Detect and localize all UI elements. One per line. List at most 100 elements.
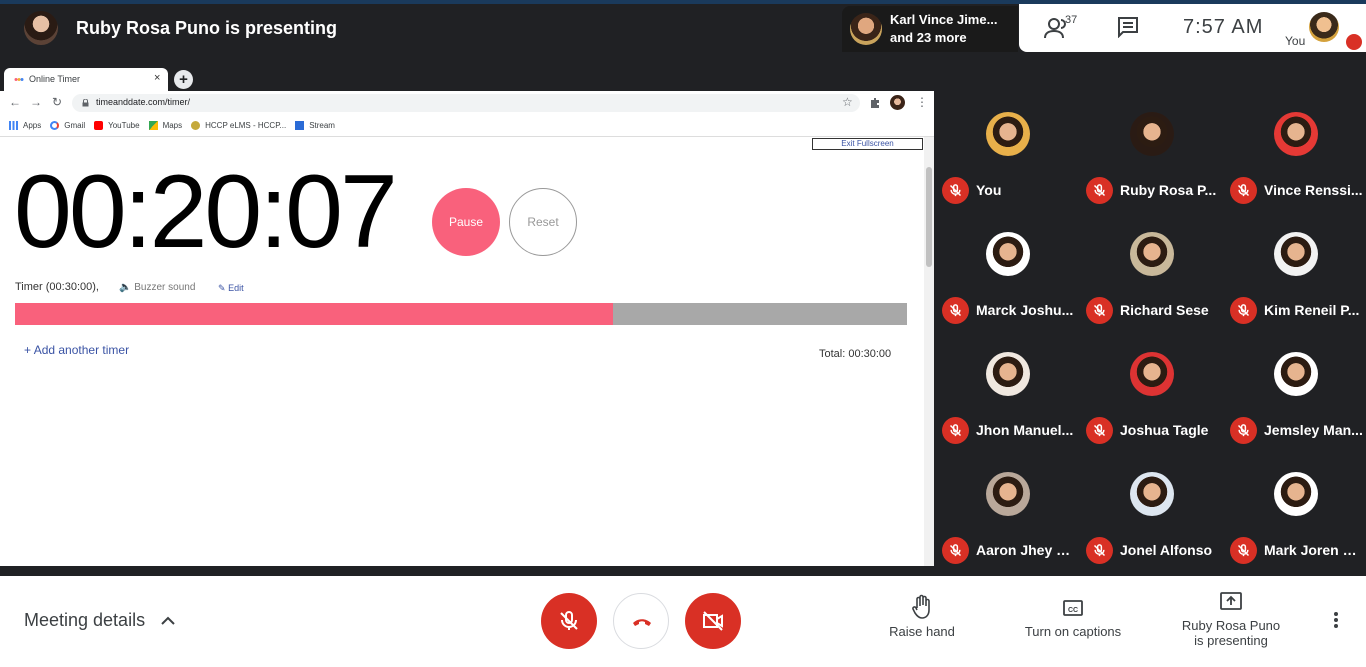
- presenting-status-button[interactable]: Ruby Rosa Puno is presenting: [1176, 590, 1286, 648]
- chevron-up-icon[interactable]: [160, 614, 176, 626]
- self-mic-off-icon: [1346, 34, 1362, 50]
- bookmark-gmail[interactable]: Gmail: [50, 121, 85, 130]
- mic-off-icon: [1086, 537, 1113, 564]
- buzzer-label: Buzzer sound: [134, 282, 196, 293]
- browser-menu-icon[interactable]: ⋮: [916, 95, 928, 109]
- forward-icon[interactable]: →: [30, 95, 42, 109]
- hand-icon: [912, 594, 930, 619]
- mic-off-icon: [1230, 537, 1257, 564]
- participant-name: Ruby Rosa P...: [1120, 182, 1217, 198]
- timer-duration-label: Timer (00:30:00),: [15, 281, 99, 293]
- participant-avatar: [850, 13, 882, 45]
- tab-close-icon[interactable]: ×: [154, 72, 160, 84]
- bookmark-star-icon[interactable]: ☆: [842, 95, 853, 109]
- bookmark-label: HCCP eLMS - HCCP...: [205, 121, 287, 130]
- participant-name: Richard Sese: [1120, 302, 1209, 318]
- meeting-top-bar: 37 7:57 AM You: [1019, 4, 1366, 52]
- participant-name: Jhon Manuel...: [976, 422, 1074, 438]
- participant-avatar: [1130, 112, 1174, 156]
- page-scrollbar[interactable]: [924, 137, 934, 566]
- presenting-line-2: is presenting: [1194, 633, 1268, 648]
- leave-call-button[interactable]: [613, 593, 669, 649]
- bookmark-stream[interactable]: Stream: [295, 121, 335, 130]
- shared-screen: Online Timer × + ← → ↻ timeanddate.com/t…: [0, 62, 934, 566]
- scroll-thumb[interactable]: [926, 167, 932, 267]
- svg-text:CC: CC: [1068, 607, 1078, 614]
- bookmark-label: YouTube: [108, 121, 140, 130]
- chat-icon[interactable]: [1117, 16, 1139, 38]
- participant-tile[interactable]: Joshua Tagle: [1080, 330, 1224, 450]
- participant-tile[interactable]: Jemsley Man...: [1224, 330, 1366, 450]
- participant-tile[interactable]: Kim Reneil P...: [1224, 210, 1366, 330]
- mic-off-icon: [942, 297, 969, 324]
- participant-tile[interactable]: Ruby Rosa P...: [1080, 90, 1224, 210]
- bookmark-label: Apps: [23, 121, 42, 130]
- microphone-toggle-button[interactable]: [541, 593, 597, 649]
- mic-off-icon: [1230, 297, 1257, 324]
- participant-tile[interactable]: Jonel Alfonso: [1080, 450, 1224, 570]
- mic-off-icon: [942, 417, 969, 444]
- presenter-header: Ruby Rosa Puno is presenting: [0, 4, 840, 52]
- camera-toggle-button[interactable]: [685, 593, 741, 649]
- address-bar[interactable]: timeanddate.com/timer/ ☆: [72, 94, 860, 112]
- bookmark-hccp[interactable]: HCCP eLMS - HCCP...: [191, 121, 286, 130]
- participant-avatar: [1274, 472, 1318, 516]
- participant-tile[interactable]: Mark Joren G...: [1224, 450, 1366, 570]
- participant-name: You: [976, 182, 1002, 198]
- self-label: You: [1285, 34, 1306, 48]
- participant-name: Marck Joshu...: [976, 302, 1074, 318]
- presenting-line-1: Ruby Rosa Puno: [1181, 618, 1281, 633]
- mic-off-icon: [942, 177, 969, 204]
- captions-label: Turn on captions: [1024, 624, 1122, 639]
- captions-button[interactable]: CC Turn on captions: [1014, 594, 1132, 639]
- bookmark-youtube[interactable]: YouTube: [94, 121, 140, 130]
- pencil-icon: ✎: [218, 283, 226, 293]
- timer-progress-bar: [15, 303, 907, 325]
- reset-button[interactable]: Reset: [509, 188, 577, 256]
- exit-fullscreen-button[interactable]: Exit Fullscreen: [812, 138, 923, 150]
- mic-off-icon: [1086, 297, 1113, 324]
- participant-avatar: [1274, 112, 1318, 156]
- participant-tile[interactable]: Aaron Jhey H...: [936, 450, 1080, 570]
- more-options-icon[interactable]: [1326, 610, 1346, 630]
- participant-avatar: [1130, 232, 1174, 276]
- extensions-icon[interactable]: [869, 96, 881, 108]
- add-timer-label: Add another timer: [33, 343, 130, 357]
- browser-tab[interactable]: Online Timer ×: [4, 68, 168, 91]
- meeting-details-button[interactable]: Meeting details: [24, 610, 145, 631]
- tab-title: Online Timer: [29, 74, 81, 84]
- buzzer-sound-setting[interactable]: 🔈 Buzzer sound: [119, 282, 195, 293]
- bookmark-maps[interactable]: Maps: [148, 121, 182, 130]
- bookmark-label: Gmail: [64, 121, 86, 130]
- self-avatar: [1309, 12, 1339, 42]
- others-label: Karl Vince Jime... and 23 more: [890, 11, 997, 47]
- camera-off-icon: [703, 611, 723, 631]
- raise-hand-button[interactable]: Raise hand: [884, 594, 960, 639]
- participant-tile[interactable]: Richard Sese: [1080, 210, 1224, 330]
- mic-off-icon: [1086, 177, 1113, 204]
- mic-off-icon: [1086, 417, 1113, 444]
- others-line-1: Karl Vince Jime...: [890, 12, 998, 27]
- participant-avatar: [986, 472, 1030, 516]
- countdown-display: 00:20:07: [14, 154, 398, 270]
- participant-name: Vince Renssi...: [1264, 182, 1363, 198]
- stream-icon: [295, 121, 305, 130]
- profile-avatar[interactable]: [890, 95, 905, 110]
- raise-hand-label: Raise hand: [889, 624, 955, 639]
- add-another-timer-link[interactable]: + Add another timer: [24, 343, 129, 357]
- participant-avatar: [1130, 472, 1174, 516]
- participant-tile[interactable]: Jhon Manuel...: [936, 330, 1080, 450]
- reload-icon[interactable]: ↻: [52, 95, 62, 109]
- new-tab-button[interactable]: +: [174, 70, 193, 89]
- pause-button[interactable]: Pause: [432, 188, 500, 256]
- other-participants-chip[interactable]: Karl Vince Jime... and 23 more: [842, 6, 1018, 52]
- participant-tile[interactable]: You: [936, 90, 1080, 210]
- back-icon[interactable]: ←: [9, 95, 21, 109]
- participant-tile[interactable]: Vince Renssi...: [1224, 90, 1366, 210]
- plus-icon: +: [24, 343, 34, 357]
- edit-link[interactable]: ✎ Edit: [218, 283, 244, 294]
- mic-off-icon: [1230, 417, 1257, 444]
- participant-tile[interactable]: Marck Joshu...: [936, 210, 1080, 330]
- bookmark-apps[interactable]: Apps: [9, 121, 41, 130]
- clock: 7:57 AM: [1183, 16, 1264, 38]
